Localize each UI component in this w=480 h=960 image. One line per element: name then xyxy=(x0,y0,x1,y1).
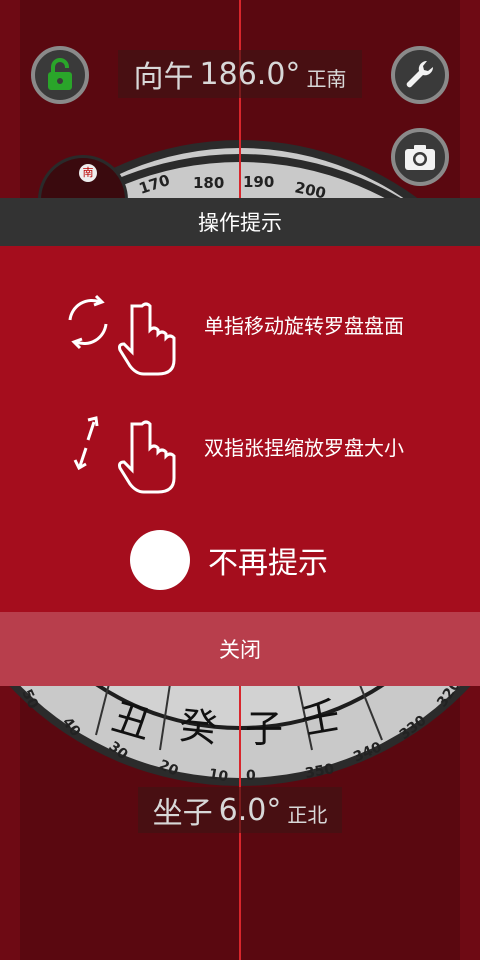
dialog-title: 操作提示 xyxy=(0,198,480,246)
tick-label-0: 0 xyxy=(246,768,256,784)
facing-cardinal: 正南 xyxy=(306,66,347,91)
close-button[interactable]: 关闭 xyxy=(0,612,480,686)
tip-rotate-text: 单指移动旋转罗盘盘面 xyxy=(204,314,404,338)
tip-zoom-text: 双指张捏缩放罗盘大小 xyxy=(204,436,404,460)
tip-rotate: 单指移动旋转罗盘盘面 xyxy=(0,290,480,380)
sitting-cardinal: 正北 xyxy=(287,802,328,827)
dont-show-again-option[interactable]: 不再提示 xyxy=(130,530,328,590)
sitting-degree: 6.0° xyxy=(218,792,282,828)
tick-label-180: 180 xyxy=(193,174,224,192)
rotate-gesture-icon xyxy=(68,294,176,376)
tip-zoom: 双指张捏缩放罗盘大小 xyxy=(0,408,480,498)
wrench-icon xyxy=(406,60,434,88)
settings-tool-button[interactable] xyxy=(391,46,449,104)
tick-label-10: 10 xyxy=(207,766,229,785)
dialog-body: 单指移动旋转罗盘盘面 双指张捏缩放罗盘大小 不再提示 xyxy=(0,246,480,612)
lock-toggle-button[interactable] xyxy=(31,46,89,104)
facing-mountain: 向午 xyxy=(133,60,194,95)
sitting-mountain: 坐子 xyxy=(152,796,213,831)
mini-compass-south-label: 南 xyxy=(79,164,97,182)
facing-degree: 186.0° xyxy=(199,56,301,92)
sitting-direction-readout: 坐子 6.0° 正北 xyxy=(138,787,342,833)
tick-label-190: 190 xyxy=(243,173,274,191)
pinch-gesture-icon xyxy=(73,416,176,494)
mountain-gui: 癸 xyxy=(177,703,219,751)
camera-icon xyxy=(405,145,435,170)
mountain-zi: 子 xyxy=(245,707,283,751)
unlock-icon xyxy=(48,58,72,90)
facing-direction-readout: 向午 186.0° 正南 xyxy=(118,50,362,98)
dont-show-again-label[interactable]: 不再提示 xyxy=(208,538,328,582)
mountain-ren: 壬 xyxy=(298,693,343,743)
dont-show-again-checkbox[interactable] xyxy=(130,530,190,590)
camera-button[interactable] xyxy=(391,128,449,186)
